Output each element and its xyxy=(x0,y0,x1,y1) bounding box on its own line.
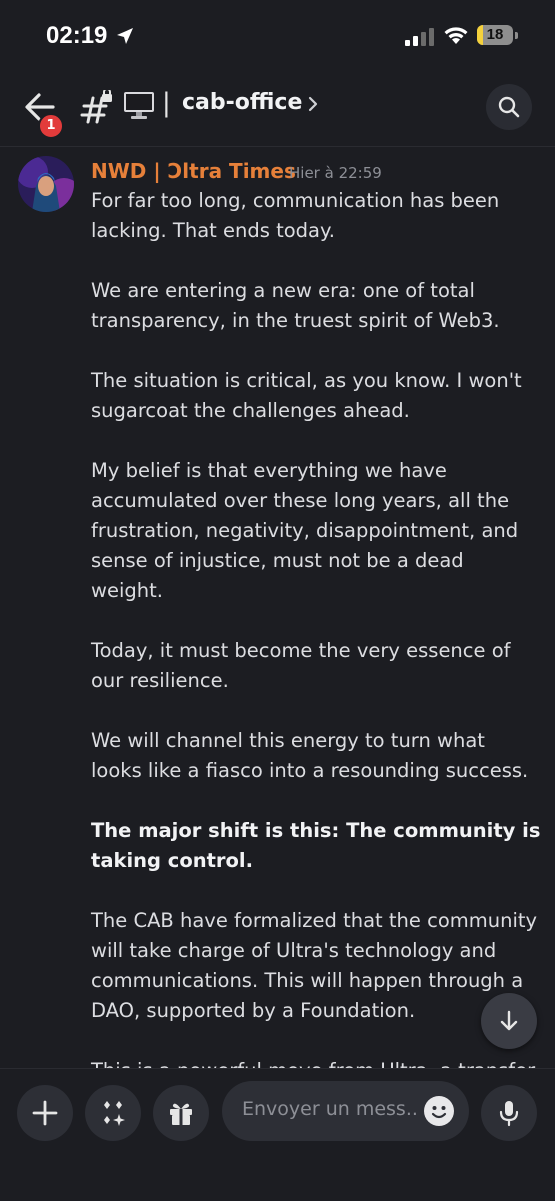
battery-indicator: 18 xyxy=(477,25,513,45)
battery-tip xyxy=(515,32,518,39)
message-paragraph: We will channel this energy to turn what… xyxy=(91,729,529,782)
message-paragraph: Today, it must become the very essence o… xyxy=(91,639,511,692)
message-body: For far too long, communication has been… xyxy=(91,186,541,1146)
message-paragraph: My belief is that everything we have acc… xyxy=(91,459,519,602)
message-paragraph: The situation is critical, as you know. … xyxy=(91,369,522,422)
message-input[interactable]: Envoyer un mess.. xyxy=(222,1081,469,1141)
header-separator: | xyxy=(162,88,171,118)
message-input-placeholder: Envoyer un mess.. xyxy=(242,1098,418,1120)
battery-percent: 18 xyxy=(486,26,504,43)
microphone-icon xyxy=(499,1101,519,1127)
channel-name[interactable]: cab-office xyxy=(182,90,302,115)
status-time: 02:19 xyxy=(46,22,108,49)
locked-hash-icon xyxy=(80,90,112,124)
notification-badge: 1 xyxy=(38,113,64,139)
emoji-button[interactable] xyxy=(424,1096,454,1126)
message-paragraph-bold: The major shift is this: The community i… xyxy=(91,819,541,872)
message-paragraph: The CAB have formalized that the communi… xyxy=(91,909,538,1022)
message-paragraph: We are entering a new era: one of total … xyxy=(91,279,500,332)
location-arrow-icon xyxy=(117,28,133,44)
monitor-icon xyxy=(124,92,154,119)
attach-button[interactable] xyxy=(17,1085,73,1141)
voice-message-button[interactable] xyxy=(481,1085,537,1141)
avatar[interactable] xyxy=(18,156,74,212)
plus-icon xyxy=(32,1100,58,1126)
gift-icon xyxy=(170,1103,192,1125)
scroll-to-bottom-button[interactable] xyxy=(481,993,537,1049)
channel-header: 1 | cab-office xyxy=(0,70,555,147)
message-timestamp: Hier à 22:59 xyxy=(289,164,382,182)
gift-button[interactable] xyxy=(153,1085,209,1141)
search-icon xyxy=(498,96,520,118)
wifi-icon xyxy=(444,27,468,44)
cellular-signal-icon xyxy=(405,28,434,46)
status-bar: 02:19 18 xyxy=(0,0,555,70)
emoji-icon xyxy=(431,1106,447,1119)
arrow-down-icon xyxy=(500,1010,518,1031)
chevron-right-icon[interactable] xyxy=(307,95,319,113)
message-author[interactable]: NWD | Ɔltra Times xyxy=(91,159,296,183)
apps-button[interactable] xyxy=(85,1085,141,1141)
apps-icon xyxy=(104,1101,125,1126)
message-paragraph: For far too long, communication has been… xyxy=(91,189,500,242)
search-button[interactable] xyxy=(486,84,532,130)
message-composer: Envoyer un mess.. xyxy=(0,1068,555,1201)
